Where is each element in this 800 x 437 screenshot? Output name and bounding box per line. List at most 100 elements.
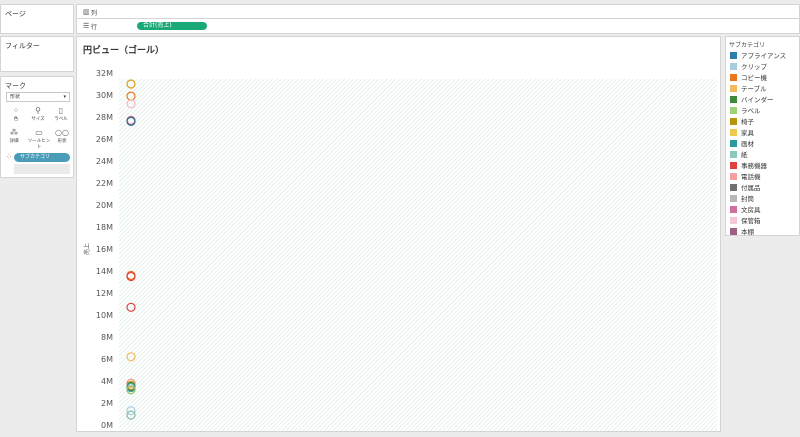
pages-panel: ページ bbox=[0, 4, 74, 34]
y-tick-label: 28M bbox=[96, 113, 113, 122]
legend-item[interactable]: 紙 bbox=[730, 150, 748, 160]
legend-item[interactable]: バインダー bbox=[730, 95, 774, 105]
legend-label: 椅子 bbox=[741, 118, 754, 126]
mark-button-detail[interactable]: ⁂ 詳細 bbox=[4, 128, 24, 148]
y-tick-label: 32M bbox=[96, 69, 113, 78]
legend-swatch bbox=[730, 74, 737, 81]
mark-button-label-text: ラベル bbox=[54, 117, 68, 122]
legend-item[interactable]: ラベル bbox=[730, 106, 761, 116]
y-tick-label: 4M bbox=[101, 377, 113, 386]
legend-label: バインダー bbox=[741, 96, 774, 104]
legend-item[interactable]: 事務機器 bbox=[730, 161, 767, 171]
mark-button-tooltip[interactable]: ▭ ツールヒント bbox=[26, 128, 52, 150]
chart-area: 円ビュー（ゴール） 0M 2M 4M 6M 8M 10M 12M 14M 16M 18M 20M 22… bbox=[76, 36, 721, 432]
legend-label: 事務機器 bbox=[741, 162, 767, 170]
legend-item[interactable]: 封筒 bbox=[730, 194, 754, 204]
chevron-down-icon: ▾ bbox=[63, 94, 66, 100]
y-tick-label: 30M bbox=[96, 91, 113, 100]
legend-label: ラベル bbox=[741, 107, 761, 115]
mark-button-shape[interactable]: ○○ 形状 bbox=[52, 128, 72, 148]
y-tick-label: 2M bbox=[101, 399, 113, 408]
marks-drop-area[interactable] bbox=[14, 164, 70, 174]
y-axis-label: 売上 bbox=[83, 243, 91, 255]
legend-swatch bbox=[730, 206, 737, 213]
legend-label: 紙 bbox=[741, 151, 748, 159]
detail-icon: ⁂ bbox=[10, 128, 18, 137]
y-tick-label: 6M bbox=[101, 355, 113, 364]
legend-item[interactable]: テーブル bbox=[730, 84, 767, 94]
legend-swatch bbox=[730, 63, 737, 70]
legend-swatch bbox=[730, 52, 737, 59]
mark-button-label: ツールヒント bbox=[27, 139, 51, 150]
mark-button-label[interactable]: ▯ ラベル bbox=[51, 106, 71, 126]
legend-item[interactable]: 文房具 bbox=[730, 205, 761, 215]
mark-type-value: 形状 bbox=[10, 94, 21, 100]
legend-item[interactable]: 本棚 bbox=[730, 227, 754, 237]
y-axis: 0M 2M 4M 6M 8M 10M 12M 14M 16M 18M 20M 22M 24M 26M 28M… bbox=[96, 69, 113, 430]
y-tick-label: 24M bbox=[96, 157, 113, 166]
y-tick-label: 26M bbox=[96, 135, 113, 144]
legend-item[interactable]: 電話機 bbox=[730, 172, 761, 182]
label-icon: ▯ bbox=[58, 106, 64, 115]
shape-icon: ○○ bbox=[55, 128, 69, 137]
legend-label: 電話機 bbox=[741, 173, 761, 181]
y-tick-label: 8M bbox=[101, 333, 113, 342]
columns-icon: ▥ bbox=[83, 8, 90, 16]
pages-title: ページ bbox=[5, 10, 26, 18]
legend-label: アプライアンス bbox=[741, 52, 787, 60]
y-tick-label: 0M bbox=[101, 421, 113, 430]
legend-swatch bbox=[730, 195, 737, 202]
y-tick-label: 10M bbox=[96, 311, 113, 320]
legend-item[interactable]: コピー機 bbox=[730, 73, 767, 83]
y-tick-label: 22M bbox=[96, 179, 113, 188]
field-color-icon: ⁘ bbox=[6, 153, 12, 161]
rows-icon: ☰ bbox=[83, 22, 90, 30]
legend-item[interactable]: 家具 bbox=[730, 128, 754, 138]
legend-label: クリップ bbox=[741, 63, 767, 71]
color-icon: ⁘ bbox=[12, 106, 20, 115]
legend-label: テーブル bbox=[741, 85, 767, 93]
left-lower-space bbox=[0, 180, 74, 437]
legend-item[interactable]: クリップ bbox=[730, 62, 767, 72]
rows-shelf[interactable]: ☰ 行 合計(売上) bbox=[76, 18, 800, 34]
legend-swatch bbox=[730, 217, 737, 224]
filters-panel[interactable]: フィルター bbox=[0, 36, 74, 72]
mark-type-select[interactable]: 形状 ▾ bbox=[6, 92, 70, 102]
mark-button-label: 詳細 bbox=[9, 139, 19, 144]
y-tick-label: 14M bbox=[96, 267, 113, 276]
mark-button-label: 色 bbox=[13, 117, 19, 122]
y-tick-label: 18M bbox=[96, 223, 113, 232]
y-tick-label: 20M bbox=[96, 201, 113, 210]
legend-label: 本棚 bbox=[741, 228, 754, 236]
legend-swatch bbox=[730, 140, 737, 147]
legend-item[interactable]: 画材 bbox=[730, 139, 754, 149]
legend-label: 家具 bbox=[741, 129, 754, 137]
legend-item[interactable]: 椅子 bbox=[730, 117, 754, 127]
tooltip-icon: ▭ bbox=[35, 128, 43, 137]
size-icon: ⚲ bbox=[35, 106, 41, 115]
rows-pill-sum-sales[interactable]: 合計(売上) bbox=[137, 22, 207, 30]
mark-button-size[interactable]: ⚲ サイズ bbox=[28, 106, 48, 126]
y-tick-label: 16M bbox=[96, 245, 113, 254]
mark-button-color[interactable]: ⁘ 色 bbox=[6, 106, 26, 126]
legend-label: コピー機 bbox=[741, 74, 767, 82]
legend-panel: サブカテゴリ アプライアンス クリップコピー機テーブルバインダーラベル椅子家具画材… bbox=[725, 36, 800, 236]
legend-item[interactable]: 保管箱 bbox=[730, 216, 761, 226]
legend-label: 封筒 bbox=[741, 195, 754, 203]
legend-label: 文房具 bbox=[741, 206, 761, 214]
rows-label: 行 bbox=[91, 24, 98, 31]
legend-title: サブカテゴリ bbox=[729, 42, 766, 49]
legend-swatch bbox=[730, 228, 737, 235]
mark-button-label: 形状 bbox=[57, 139, 67, 144]
legend-label: 画材 bbox=[741, 140, 754, 148]
subcategory-pill[interactable]: サブカテゴリ bbox=[14, 153, 70, 162]
plot-background bbox=[119, 79, 717, 431]
legend-label: 付属品 bbox=[741, 184, 761, 192]
mark-button-label: サイズ bbox=[31, 117, 45, 122]
y-tick-label: 12M bbox=[96, 289, 113, 298]
legend-swatch bbox=[730, 173, 737, 180]
legend-label: 保管箱 bbox=[741, 217, 761, 225]
legend-item[interactable]: アプライアンス bbox=[730, 51, 786, 61]
legend-swatch bbox=[730, 151, 737, 158]
legend-item[interactable]: 付属品 bbox=[730, 183, 761, 193]
